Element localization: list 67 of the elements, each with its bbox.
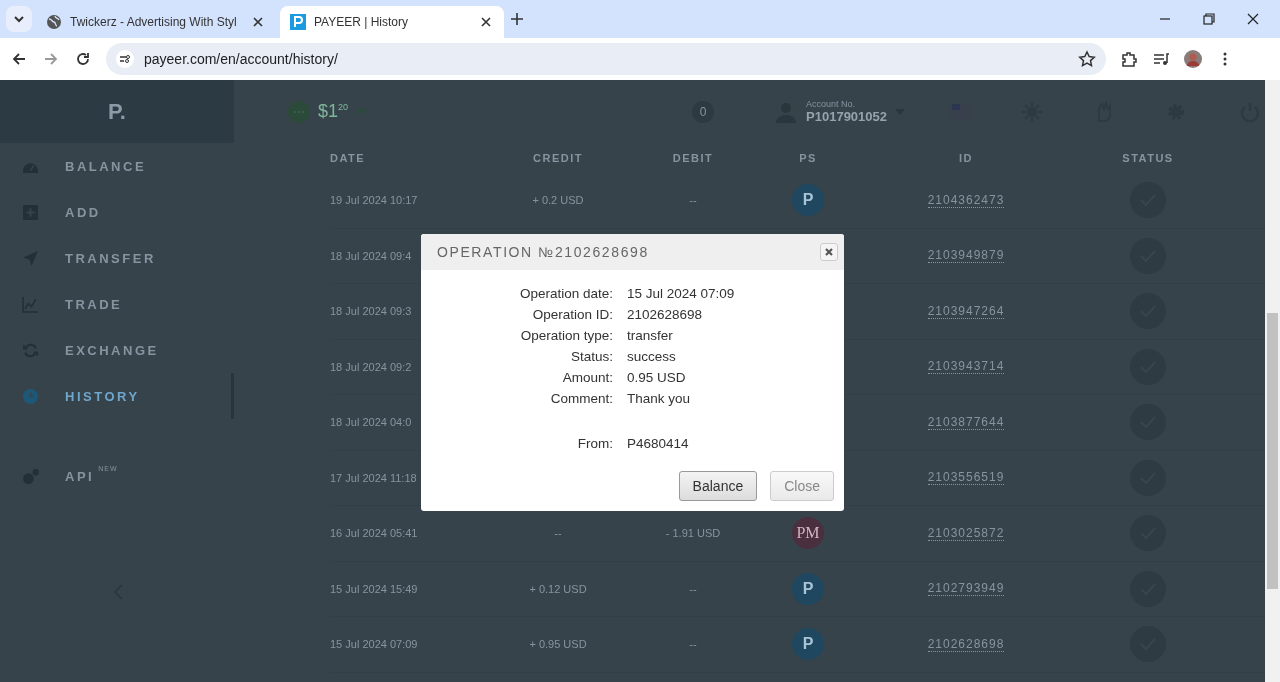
operation-id-link[interactable]: 2103947264	[927, 303, 1005, 319]
table-cell-text: 19 Jul 2024 10:17	[330, 194, 419, 207]
operation-id-link[interactable]: 2103025872	[927, 525, 1005, 541]
sidebar-item[interactable]: TRANSFER	[0, 235, 234, 281]
table-cell-text: 15 Jul 2024 15:49	[330, 582, 419, 595]
field-value: transfer	[627, 328, 673, 343]
sidebar-item[interactable]: API	[0, 453, 95, 499]
field-label: From:	[577, 436, 613, 451]
logo[interactable]: P.	[0, 80, 234, 143]
column-header[interactable]: ID	[959, 152, 973, 164]
field-value: Thank you	[627, 391, 691, 406]
field-label: Status:	[570, 349, 613, 364]
table-cell: + 0.95 USD	[529, 638, 587, 651]
browser-tab[interactable]: PAYEER | History	[280, 6, 504, 38]
field-label: Operation date:	[519, 286, 613, 301]
operation-id-link[interactable]: 2103949879	[927, 248, 1005, 264]
operation-id-link[interactable]: 2104362473	[927, 192, 1005, 208]
column-header[interactable]: DATE	[330, 152, 490, 164]
table-cell: --	[689, 638, 697, 651]
field-label: Comment:	[550, 391, 613, 406]
field-value: 15 Jul 2024 07:09	[627, 286, 735, 301]
sidebar-item[interactable]: TRADE	[0, 281, 234, 327]
field-value: 2102628698	[627, 307, 703, 322]
account-label: Account No.	[806, 99, 857, 109]
operation-id-link[interactable]: 2102793949	[927, 581, 1005, 597]
balance-amount[interactable]: $1$^{20}$	[318, 101, 349, 122]
column-header[interactable]: STATUS	[1122, 152, 1174, 164]
field-label: Amount:	[562, 370, 613, 385]
dialog-button[interactable]: Balance	[678, 471, 758, 501]
operation-id-link[interactable]: 2103943714	[927, 359, 1005, 375]
field-value: success	[627, 349, 676, 364]
payment-system-badge: P	[792, 184, 824, 217]
table-cell: - 1.91 USD	[665, 527, 721, 540]
payment-system-badge: P	[792, 572, 824, 605]
table-cell-text: 18 Jul 2024 09:3	[330, 305, 413, 318]
table-cell: + 0.12 USD	[529, 582, 587, 595]
payment-system-badge: P	[792, 628, 824, 661]
table-cell-text: 15 Jul 2024 07:09	[330, 638, 419, 651]
field-label: Operation ID:	[532, 307, 613, 322]
column-header[interactable]: CREDIT	[533, 152, 583, 164]
sidebar-item[interactable]: ADD	[0, 189, 234, 235]
table-cell-text: 16 Jul 2024 05:41	[330, 527, 419, 540]
table-cell: --	[689, 582, 697, 595]
operation-id-link[interactable]: 2102628698	[927, 636, 1005, 652]
browser-tab[interactable]: Twickerz - Advertising With Styl	[36, 6, 276, 38]
field-value: 0.95 USD	[627, 370, 686, 385]
table-cell: --	[689, 194, 697, 207]
account-number[interactable]: P1017901052	[806, 109, 888, 124]
column-header[interactable]: PS	[799, 152, 817, 164]
table-cell-text: 18 Jul 2024 04:0	[330, 416, 413, 429]
address-bar[interactable]: payeer.com/en/account/history/	[106, 43, 1106, 75]
field-value: P4680414	[627, 436, 689, 451]
notification-count[interactable]: 0	[692, 100, 715, 123]
sidebar-item[interactable]: BALANCE	[0, 143, 234, 189]
dialog-button[interactable]: Close	[770, 471, 834, 501]
table-cell-text: 17 Jul 2024 11:18	[330, 471, 418, 484]
dialog-title: OPERATION №2102628698	[437, 244, 650, 260]
sidebar-item[interactable]: HISTORY	[0, 373, 234, 419]
payment-system-badge: PM	[792, 517, 824, 550]
operation-id-link[interactable]: 2103556519	[927, 470, 1005, 486]
sidebar-item[interactable]: EXCHANGE	[0, 327, 234, 373]
table-cell: --	[554, 527, 562, 540]
table-cell: + 0.2 USD	[532, 194, 584, 207]
operation-id-link[interactable]: 2103877644	[927, 414, 1005, 430]
column-header[interactable]: DEBIT	[672, 152, 714, 164]
field-label: Operation type:	[520, 328, 613, 343]
table-cell-text: 18 Jul 2024 09:2	[330, 360, 413, 373]
